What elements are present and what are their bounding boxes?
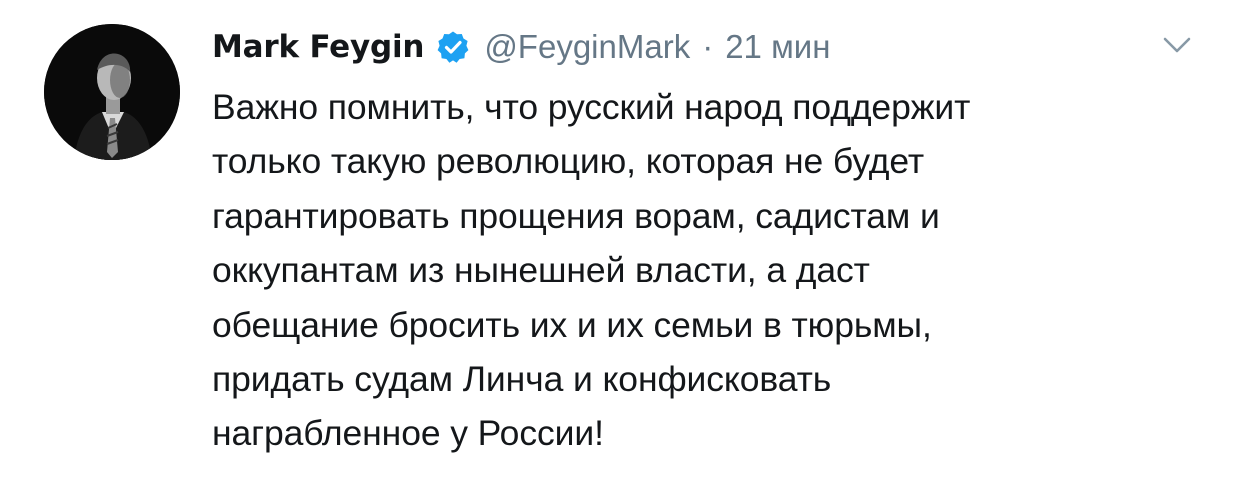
verified-badge-icon — [436, 30, 470, 64]
avatar-portrait-icon — [44, 24, 180, 160]
tweet[interactable]: Mark Feygin @FeyginMark · 21 мин Важно п… — [0, 0, 1241, 489]
avatar[interactable] — [44, 24, 180, 160]
tweet-header: Mark Feygin @FeyginMark · 21 мин — [212, 22, 1202, 72]
tweet-text-line: только такую революцию, которая не будет — [212, 141, 925, 182]
tweet-timestamp[interactable]: 21 мин — [725, 28, 830, 66]
tweet-text-line: придать судам Линча и конфисковать — [212, 359, 832, 400]
chevron-down-icon[interactable] — [1162, 34, 1192, 56]
tweet-text-line: награбленное у России! — [212, 413, 604, 454]
tweet-text: Важно помнить, что русский народ поддерж… — [212, 80, 1212, 461]
display-name[interactable]: Mark Feygin — [212, 29, 425, 65]
user-handle[interactable]: @FeyginMark — [484, 28, 690, 66]
tweet-text-line: обещание бросить их и их семьи в тюрьмы, — [212, 304, 932, 345]
tweet-text-line: Важно помнить, что русский народ поддерж… — [212, 87, 971, 127]
tweet-text-line: оккупантам из нынешней власти, а даст — [212, 250, 870, 291]
separator-dot: · — [702, 28, 714, 65]
tweet-text-line: гарантировать прощения ворам, садистам и — [212, 195, 940, 236]
